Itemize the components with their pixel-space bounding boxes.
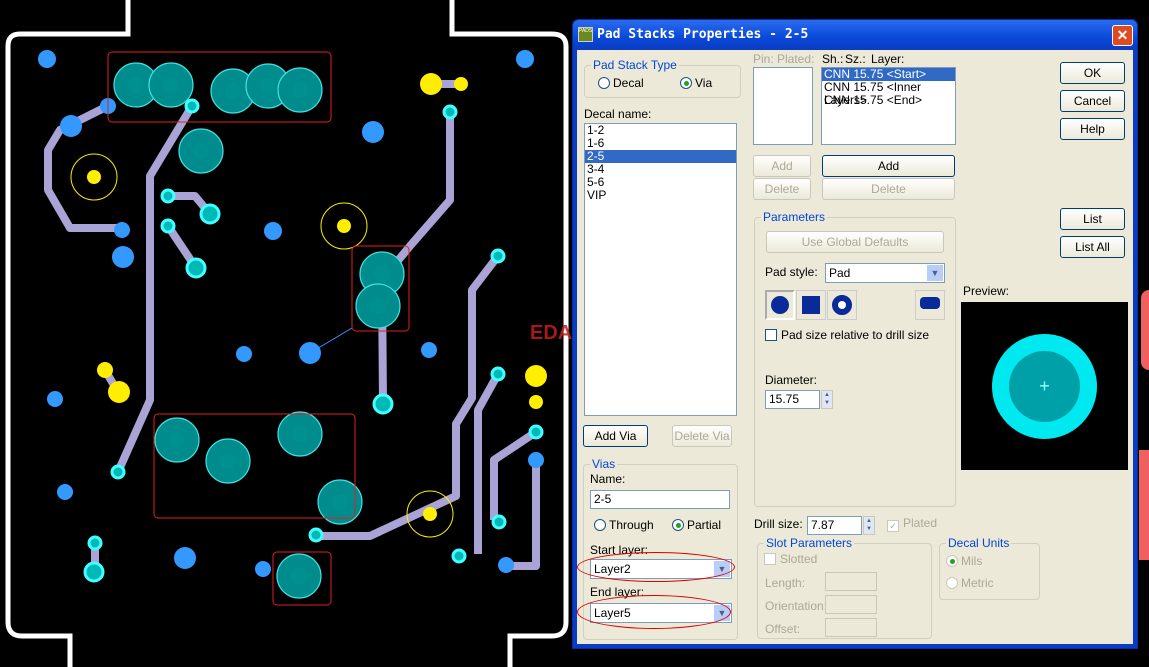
pad-stack-type-group: Pad Stack Type Decal Via	[584, 58, 741, 98]
radio-partial[interactable]: Partial	[672, 518, 721, 532]
cancel-button[interactable]: Cancel	[1060, 90, 1125, 112]
via-name-label: Name:	[590, 472, 626, 486]
annular-pad-shape-button[interactable]	[827, 290, 857, 320]
slot-parameters-group: Slot Parameters Slotted Length: Orientat…	[757, 536, 932, 639]
pad-size-relative-checkbox[interactable]: Pad size relative to drill size	[765, 328, 929, 342]
background-window-edge	[1139, 450, 1149, 560]
decal-name-list[interactable]: 1-2 1-6 2-5 3-4 5-6 VIP	[584, 123, 737, 416]
help-button[interactable]: Help	[1060, 118, 1125, 140]
orientation-input[interactable]	[825, 595, 877, 614]
annotation-oval	[577, 595, 731, 629]
group-label: Vias	[590, 457, 618, 471]
preview-label: Preview:	[963, 284, 1010, 298]
radio-decal[interactable]: Decal	[598, 76, 644, 90]
list-item[interactable]: 1-6	[585, 137, 736, 150]
crosshair-icon: +	[1009, 351, 1080, 422]
custom-pad-shape-button[interactable]	[915, 290, 945, 320]
diameter-label: Diameter:	[765, 373, 818, 387]
list-all-button[interactable]: List All	[1060, 236, 1125, 258]
dialog-title: Pad Stacks Properties - 2-5	[597, 27, 809, 42]
slotted-checkbox[interactable]: Slotted	[764, 552, 817, 566]
drill-size-label: Drill size:	[754, 517, 803, 531]
radio-via[interactable]: Via	[680, 76, 712, 90]
background-window-edge	[1141, 290, 1149, 370]
list-item[interactable]: 5-6	[585, 176, 736, 189]
pads-logo-icon: PADS	[578, 27, 593, 42]
use-global-defaults-button[interactable]: Use Global Defaults	[766, 231, 944, 253]
drill-size-spinner[interactable]: ▲ ▼	[863, 516, 875, 535]
plated-header: Plated:	[777, 52, 815, 66]
pin-header: Pin:	[753, 52, 774, 66]
ratsnest-line	[309, 327, 353, 354]
via-name-input[interactable]: 2-5	[590, 490, 730, 509]
ok-button[interactable]: OK	[1060, 62, 1125, 84]
pad-style-select[interactable]: Pad ▼	[825, 263, 945, 283]
diameter-spinner[interactable]: ▲ ▼	[821, 390, 833, 409]
pin-list[interactable]	[753, 67, 813, 145]
pad-stacks-dialog: PADS Pad Stacks Properties - 2-5 ✕ Pad S…	[572, 19, 1138, 649]
offset-label: Offset:	[765, 622, 801, 636]
group-label: Pad Stack Type	[591, 58, 679, 72]
square-pad-shape-button[interactable]	[796, 290, 826, 320]
sz-header: Sz.:	[845, 52, 866, 66]
layer-list[interactable]: CNN 15.75 <Start> CNN 15.75 <Inner Layer…	[821, 67, 956, 145]
list-button[interactable]: List	[1060, 208, 1125, 230]
length-input[interactable]	[825, 572, 877, 591]
group-label: Slot Parameters	[764, 536, 855, 550]
list-item[interactable]: 1-2	[585, 124, 736, 137]
length-label: Length:	[765, 576, 806, 590]
radio-metric[interactable]: Metric	[946, 576, 994, 590]
decal-units-group: Decal Units Mils Metric	[939, 536, 1040, 600]
traces	[44, 80, 540, 572]
radio-through[interactable]: Through	[594, 518, 654, 532]
title-bar[interactable]: PADS Pad Stacks Properties - 2-5 ✕	[573, 20, 1137, 50]
pin-add-button[interactable]: Add	[753, 155, 811, 177]
chevron-down-icon: ▼	[927, 265, 943, 281]
annotation-oval	[577, 552, 735, 582]
diameter-input[interactable]: 15.75	[765, 390, 820, 409]
add-via-button[interactable]: Add Via	[583, 425, 648, 447]
decal-name-label: Decal name:	[584, 107, 652, 121]
close-button[interactable]: ✕	[1112, 25, 1133, 46]
drill-size-input[interactable]: 7.87	[807, 516, 862, 535]
layer-add-button[interactable]: Add	[822, 155, 955, 177]
list-item[interactable]: 3-4	[585, 163, 736, 176]
pad-style-label: Pad style:	[765, 265, 818, 279]
list-item[interactable]: CNN 15.75 <End>	[822, 94, 955, 107]
group-label: Parameters	[761, 210, 828, 224]
parameters-group: Parameters Use Global Defaults Pad style…	[754, 210, 956, 507]
delete-via-button[interactable]: Delete Via	[672, 425, 732, 447]
layer-header: Layer:	[871, 52, 905, 66]
pcb-layout-canvas[interactable]	[0, 0, 570, 667]
pad-preview: +	[961, 302, 1128, 470]
offset-input[interactable]	[825, 618, 877, 637]
radio-mils[interactable]: Mils	[946, 554, 982, 568]
layer-delete-button[interactable]: Delete	[822, 178, 955, 200]
list-item[interactable]: 2-5	[585, 150, 736, 163]
list-item[interactable]: VIP	[585, 189, 736, 202]
round-pad-shape-button[interactable]	[765, 290, 795, 320]
group-label: Decal Units	[946, 536, 1012, 550]
plated-checkbox[interactable]: ✓ Plated	[887, 516, 937, 532]
sh-header: Sh.:	[822, 52, 844, 66]
pin-delete-button[interactable]: Delete	[753, 178, 811, 200]
orientation-label: Orientation:	[765, 599, 828, 613]
